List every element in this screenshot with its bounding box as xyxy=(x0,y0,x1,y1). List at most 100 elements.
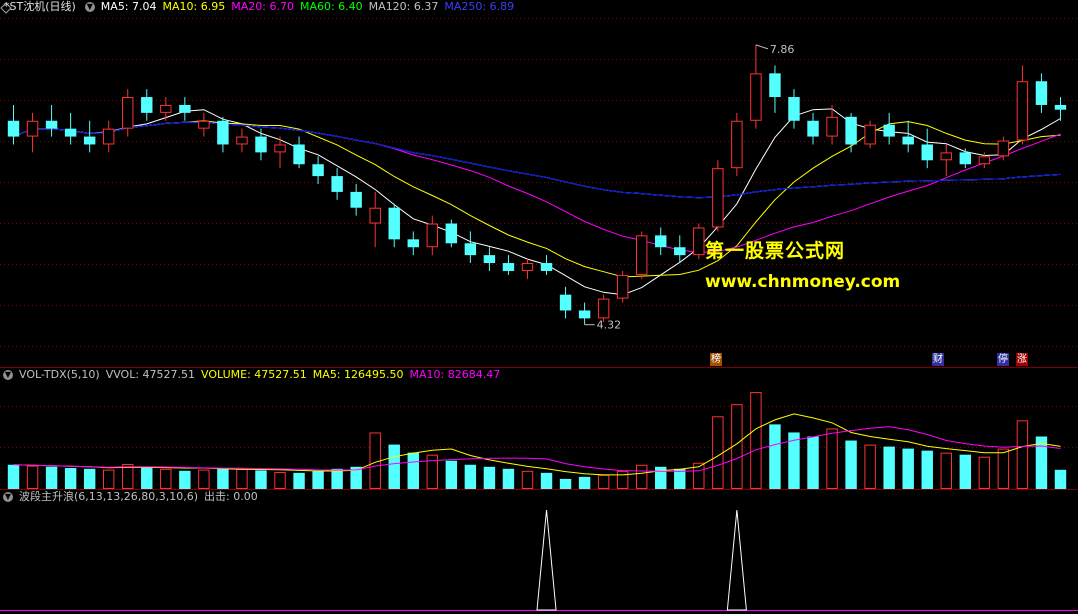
indicator-panel[interactable]: ▼ 波段主升浪(6,13,13,26,80,3,10,6) 出击: 0.00 xyxy=(0,490,1078,614)
candle-body-down xyxy=(578,310,591,319)
volume-header: ▼ VOL-TDX(5,10) VVOL: 47527.51 VOLUME: 4752… xyxy=(0,368,506,382)
candle-body-up xyxy=(26,120,39,137)
volume-bar-down xyxy=(540,472,553,489)
candle-body-down xyxy=(483,255,496,264)
volume-bar-down xyxy=(312,470,324,489)
volume-bar-down xyxy=(179,470,191,489)
candle-body-down xyxy=(674,247,686,256)
candle-body-down xyxy=(217,120,229,145)
ma5-label: MA5: 7.04 xyxy=(100,0,157,13)
volume-bar-down xyxy=(845,440,857,489)
volume-bar-up xyxy=(940,452,952,489)
ma120-label: MA120: 6.37 xyxy=(368,0,439,13)
volume-bar-up xyxy=(236,468,248,490)
price-header: *ST沈机(日线) ▼ MA5: 7.04 MA10: 6.95 MA20: 6.70 M… xyxy=(0,0,520,14)
ma60-line xyxy=(13,121,1061,199)
volume-bar-up xyxy=(102,469,115,490)
candle-body-down xyxy=(350,191,362,208)
ma120-line xyxy=(13,121,1061,199)
candle-body-down xyxy=(83,136,96,145)
indicator-chart[interactable] xyxy=(0,490,1078,614)
candle-body-down xyxy=(655,235,667,248)
candle-body-up xyxy=(940,152,952,161)
vol-name: VOL-TDX(5,10) xyxy=(19,368,100,381)
volume-bar-down xyxy=(959,454,972,489)
volume-bar-up xyxy=(997,448,1010,490)
candle-body-down xyxy=(312,164,324,177)
candle-body-up xyxy=(236,136,248,145)
candle-body-down xyxy=(255,136,267,153)
volume-bar-up xyxy=(26,465,39,489)
dropdown-icon[interactable]: ▼ xyxy=(3,492,13,502)
high-pointer xyxy=(755,44,769,50)
candle-body-down xyxy=(64,128,77,137)
volume-bar-down xyxy=(883,446,895,489)
candle-body-up xyxy=(426,223,439,248)
candle-body-down xyxy=(902,136,914,145)
volume-bar-up xyxy=(616,470,629,489)
volume-chart[interactable] xyxy=(0,368,1078,490)
volume-bar-down xyxy=(578,476,591,489)
candle-body-up xyxy=(160,104,172,113)
tag-cai[interactable]: 财 xyxy=(932,353,944,366)
candle-body-up xyxy=(274,144,286,153)
tag-ting[interactable]: 停 xyxy=(997,353,1009,366)
candle-body-up xyxy=(750,73,762,121)
volume-bar-down xyxy=(769,424,781,489)
candle-body-down xyxy=(45,120,58,129)
candle-body-up xyxy=(521,263,534,271)
tag-zhang[interactable]: 涨 xyxy=(1016,353,1028,366)
tag-bang[interactable]: 榜 xyxy=(710,353,722,366)
candle-body-down xyxy=(1054,104,1067,110)
volume-bar-up xyxy=(635,464,648,490)
volume-bar-down xyxy=(64,468,77,489)
candle-body-down xyxy=(788,97,800,121)
dropdown-icon[interactable]: ▼ xyxy=(84,2,95,12)
candle-body-down xyxy=(540,263,553,271)
volume-bar-up xyxy=(1016,420,1029,489)
candle-body-down xyxy=(502,263,515,271)
volume-bar-up xyxy=(750,392,762,490)
volume-bar-up xyxy=(274,472,286,489)
candle-body-down xyxy=(331,176,343,192)
volume-bar-up xyxy=(712,416,724,489)
candle-body-up xyxy=(616,274,629,299)
vol-ma10-label: MA10: 82684.47 xyxy=(409,368,501,381)
volume-bar-up xyxy=(122,463,134,490)
candle-body-down xyxy=(388,207,400,240)
candle-body-up xyxy=(826,116,838,137)
price-panel[interactable]: 7.86 4.32 *ST沈机(日线) ▼ MA5: 7.04 MA10: 6.95 MA… xyxy=(0,0,1078,368)
volume-bar-down xyxy=(921,450,933,489)
volume-bar-down xyxy=(502,468,515,489)
candle-body-down xyxy=(1035,81,1048,105)
volume-bar-down xyxy=(902,448,914,489)
price-chart[interactable]: 7.86 4.32 xyxy=(0,0,1078,368)
candle-body-up xyxy=(102,128,115,145)
volume-bar-up xyxy=(597,474,610,490)
candle-body-up xyxy=(369,207,381,224)
volume-bar-down xyxy=(1054,469,1067,489)
volume-bar-down xyxy=(141,466,153,489)
ma20-label: MA20: 6.70 xyxy=(231,0,294,13)
candle-body-up xyxy=(635,235,648,275)
volume-bar-up xyxy=(521,470,534,489)
candle-body-down xyxy=(464,243,477,256)
candle-body-up xyxy=(1016,81,1029,141)
candle-body-up xyxy=(712,168,724,228)
candle-body-down xyxy=(959,152,972,165)
candle-body-up xyxy=(978,156,991,165)
candle-body-up xyxy=(997,140,1010,157)
stock-title: *ST沈机(日线) xyxy=(4,0,76,13)
volume-bar-up xyxy=(198,469,210,490)
dropdown-icon[interactable]: ▼ xyxy=(3,370,13,380)
volume-bar-down xyxy=(45,466,58,489)
volume-panel[interactable]: ▼ VOL-TDX(5,10) VVOL: 47527.51 VOLUME: 4752… xyxy=(0,368,1078,490)
candle-body-up xyxy=(597,298,610,319)
high-label: 7.86 xyxy=(770,43,795,56)
candle-body-down xyxy=(559,294,572,311)
volume-bar-down xyxy=(293,472,305,489)
volume-bar-down xyxy=(464,464,477,489)
candle-body-down xyxy=(407,239,419,248)
volume-bar-down xyxy=(7,464,20,489)
volume-bar-down xyxy=(388,444,400,489)
